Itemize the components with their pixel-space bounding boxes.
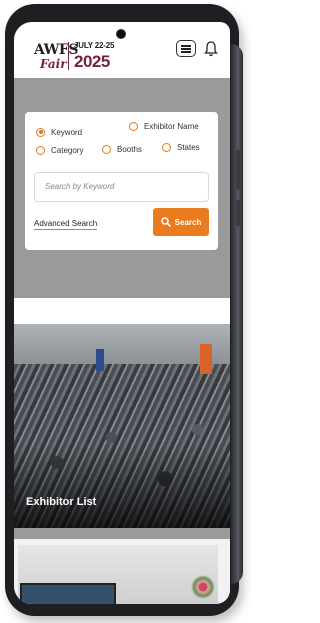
logo-dates: JULY 22-25 (74, 41, 115, 50)
next-card[interactable] (14, 539, 230, 604)
phone-volume-button (236, 150, 240, 190)
logo-divider (68, 42, 69, 70)
search-button-label: Search (174, 217, 202, 227)
search-input[interactable]: Search by Keyword (34, 172, 209, 202)
radio-label: Keyword (51, 127, 83, 137)
bell-icon[interactable] (204, 40, 218, 58)
radio-keyword[interactable]: Keyword (36, 125, 82, 139)
radio-button[interactable] (102, 144, 111, 154)
radio-booths[interactable]: Booths (102, 142, 142, 156)
logo-brand: AWFS (34, 42, 78, 58)
radio-button[interactable] (162, 142, 171, 152)
radio-label: Category (51, 145, 84, 155)
logo-sub: Fair (40, 57, 67, 71)
radio-button[interactable] (129, 121, 138, 131)
phone-power-button (236, 200, 240, 226)
next-card-photo-monitor (20, 583, 116, 604)
logo-year: 2025 (74, 52, 110, 71)
hamburger-icon[interactable] (176, 40, 196, 57)
radio-button[interactable] (36, 145, 45, 155)
radio-label: Booths (117, 144, 142, 154)
search-icon (160, 217, 171, 227)
radio-exhibitor-name[interactable]: Exhibitor Name (129, 119, 199, 133)
front-camera (117, 30, 125, 38)
radio-label: Exhibitor Name (144, 121, 199, 131)
banner-gradient (14, 444, 230, 528)
phone-screen: AWFS Fair JULY 22-25 2025 Keyword Exhibi… (14, 22, 230, 604)
banner-photo-sign (96, 349, 104, 371)
exhibitor-list-banner[interactable]: Exhibitor List (14, 324, 230, 528)
search-placeholder: Search by Keyword (45, 182, 115, 191)
radio-states[interactable]: States (162, 140, 200, 154)
banner-photo-sign (200, 344, 212, 374)
phone-edge (231, 44, 243, 584)
advanced-search-link[interactable]: Advanced Search (34, 219, 97, 228)
next-card-photo-flower (190, 575, 216, 599)
radio-label: States (177, 142, 200, 152)
radio-category[interactable]: Category (36, 143, 83, 157)
search-card: Keyword Exhibitor Name Category Booths S… (25, 112, 218, 250)
banner-title: Exhibitor List (26, 496, 97, 508)
radio-button[interactable] (36, 127, 45, 137)
search-button[interactable]: Search (153, 208, 209, 236)
